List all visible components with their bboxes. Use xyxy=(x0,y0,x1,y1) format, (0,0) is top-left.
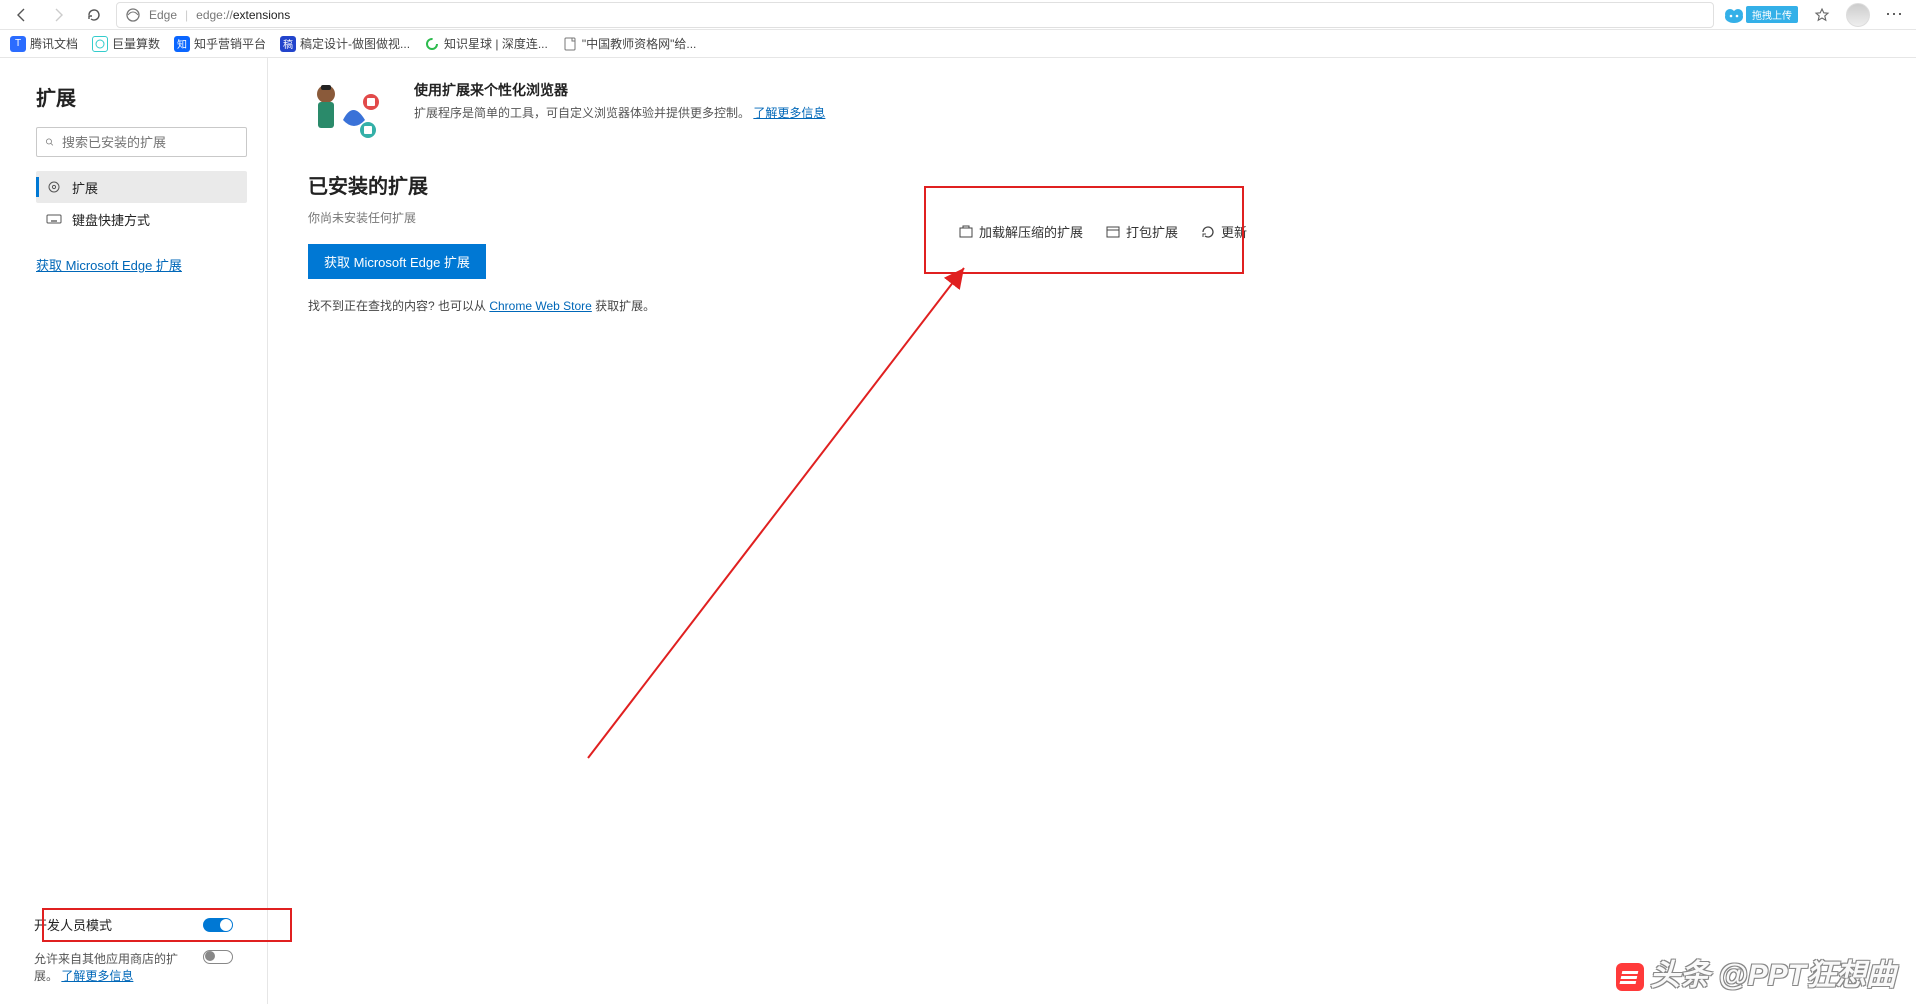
cloud-icon xyxy=(1722,6,1746,24)
bookmark-item[interactable]: 稿稿定设计-做图做视... xyxy=(280,35,410,52)
sidebar-item-label: 键盘快捷方式 xyxy=(72,210,150,229)
bookmark-item[interactable]: 知识星球 | 深度连... xyxy=(424,35,548,52)
favorites-icon[interactable] xyxy=(1808,1,1836,29)
bookmark-item[interactable]: T腾讯文档 xyxy=(10,35,78,52)
file-icon xyxy=(562,36,578,52)
load-icon xyxy=(958,224,974,240)
get-extensions-link[interactable]: 获取 Microsoft Edge 扩展 xyxy=(36,255,247,274)
bookmark-item[interactable]: 知知乎营销平台 xyxy=(174,35,266,52)
get-extensions-button[interactable]: 获取 Microsoft Edge 扩展 xyxy=(308,244,486,279)
gear-icon xyxy=(46,179,62,195)
bookmark-icon: T xyxy=(10,36,26,52)
bookmark-icon xyxy=(92,36,108,52)
hero-title: 使用扩展来个性化浏览器 xyxy=(414,80,825,100)
bookmark-icon: 知 xyxy=(174,36,190,52)
dev-actions: 加载解压缩的扩展 打包扩展 更新 xyxy=(958,222,1247,241)
main-content: 使用扩展来个性化浏览器 扩展程序是简单的工具，可自定义浏览器体验并提供更多控制。… xyxy=(268,58,1916,1004)
keyboard-icon xyxy=(46,211,62,227)
watermark: 头条 @PPT狂想曲 xyxy=(1616,950,1896,994)
edge-icon xyxy=(125,7,141,23)
sidebar-item-shortcuts[interactable]: 键盘快捷方式 xyxy=(36,203,247,235)
dev-mode-toggle[interactable] xyxy=(203,918,233,932)
pack-extension-button[interactable]: 打包扩展 xyxy=(1105,222,1178,241)
cloud-upload-badge[interactable]: 拖拽上传 xyxy=(1722,6,1798,24)
page-title: 扩展 xyxy=(36,82,247,111)
update-icon xyxy=(1200,224,1216,240)
installed-title: 已安装的扩展 xyxy=(308,170,1876,199)
bookmark-item[interactable]: "中国教师资格网"给... xyxy=(562,35,697,52)
hero-learn-more-link[interactable]: 了解更多信息 xyxy=(753,106,825,120)
hero-banner: 使用扩展来个性化浏览器 扩展程序是简单的工具，可自定义浏览器体验并提供更多控制。… xyxy=(308,80,1876,140)
search-box[interactable] xyxy=(36,127,247,157)
bookmark-item[interactable]: 巨量算数 xyxy=(92,35,160,52)
back-button[interactable] xyxy=(8,1,36,29)
allow-other-label: 允许来自其他应用商店的扩展。 了解更多信息 xyxy=(34,950,193,984)
load-unpacked-button[interactable]: 加载解压缩的扩展 xyxy=(958,222,1083,241)
refresh-button[interactable] xyxy=(80,1,108,29)
address-brand: Edge xyxy=(149,8,177,22)
address-url: edge://extensions xyxy=(196,8,290,22)
browser-toolbar: Edge | edge://extensions 拖拽上传 ⋯ xyxy=(0,0,1916,30)
bookmark-icon xyxy=(424,36,440,52)
chrome-web-store-link[interactable]: Chrome Web Store xyxy=(489,299,592,313)
sidebar: 扩展 扩展 键盘快捷方式 获取 Microsoft Edge 扩展 开发人员模式… xyxy=(0,58,268,1004)
bookmark-bar: T腾讯文档 巨量算数 知知乎营销平台 稿稿定设计-做图做视... 知识星球 | … xyxy=(0,30,1916,58)
annotation-arrow xyxy=(558,258,988,768)
watermark-icon xyxy=(1616,963,1644,991)
hero-illustration xyxy=(308,80,394,140)
update-button[interactable]: 更新 xyxy=(1200,222,1247,241)
allow-other-toggle[interactable] xyxy=(203,950,233,964)
sidebar-item-extensions[interactable]: 扩展 xyxy=(36,171,247,203)
address-bar[interactable]: Edge | edge://extensions xyxy=(116,2,1714,28)
search-input[interactable] xyxy=(62,135,238,150)
bookmark-icon: 稿 xyxy=(280,36,296,52)
sidebar-item-label: 扩展 xyxy=(72,178,98,197)
pack-icon xyxy=(1105,224,1121,240)
hero-subtitle: 扩展程序是简单的工具，可自定义浏览器体验并提供更多控制。 了解更多信息 xyxy=(414,104,825,121)
allow-other-stores-row: 允许来自其他应用商店的扩展。 了解更多信息 xyxy=(20,942,247,992)
dev-mode-row: 开发人员模式 xyxy=(20,907,247,942)
search-icon xyxy=(45,134,54,150)
learn-more-link[interactable]: 了解更多信息 xyxy=(61,969,133,983)
chrome-store-hint: 找不到正在查找的内容? 也可以从 Chrome Web Store 获取扩展。 xyxy=(308,297,1876,314)
dev-mode-label: 开发人员模式 xyxy=(34,915,112,934)
more-menu-button[interactable]: ⋯ xyxy=(1880,1,1908,29)
profile-avatar[interactable] xyxy=(1846,3,1870,27)
forward-button[interactable] xyxy=(44,1,72,29)
